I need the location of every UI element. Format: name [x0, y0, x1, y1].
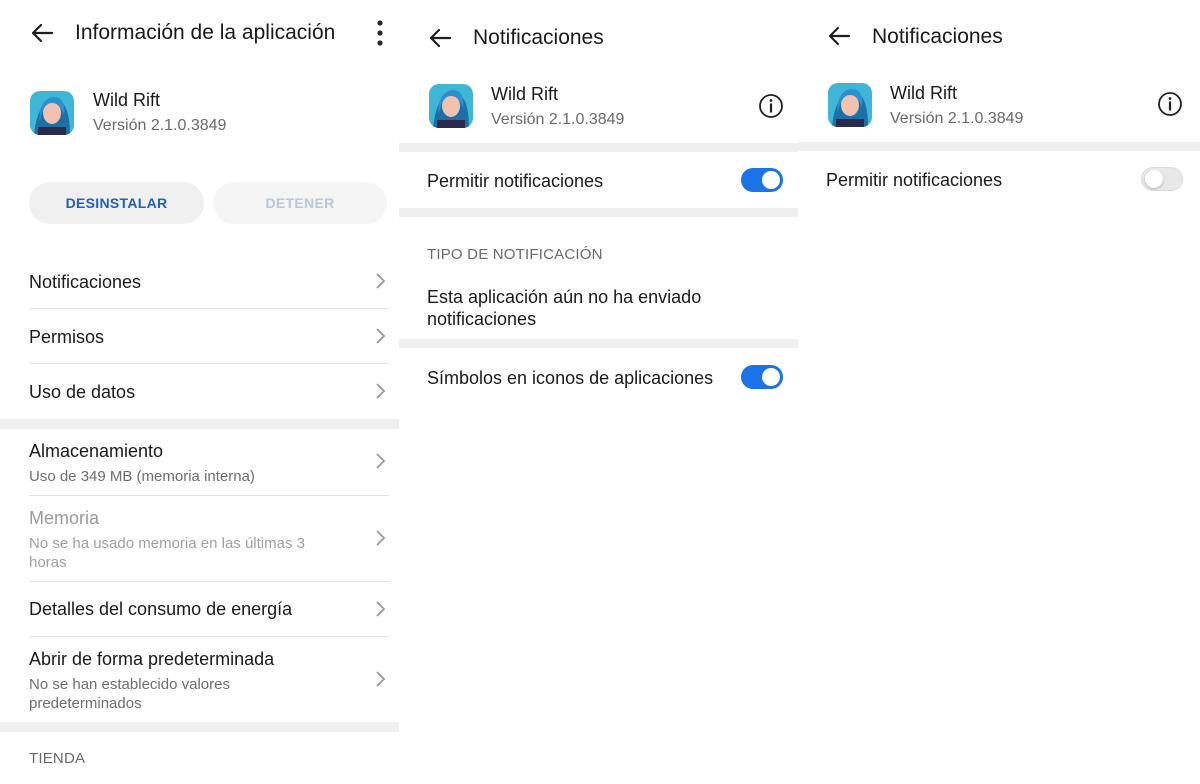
info-icon[interactable] [758, 93, 784, 119]
row-notifications-title: Notificaciones [29, 272, 142, 292]
allow-notifications-toggle[interactable] [741, 168, 783, 192]
app-icon-badges-row[interactable]: Símbolos en iconos de aplicaciones [399, 348, 798, 404]
allow-notifications-row[interactable]: Permitir notificaciones [399, 152, 798, 208]
section-separator [0, 419, 399, 429]
back-arrow-icon[interactable] [825, 22, 853, 50]
row-storage[interactable]: Almacenamiento Uso de 349 MB (memoria in… [0, 429, 399, 495]
row-storage-subtitle: Uso de 349 MB (memoria interna) [29, 468, 255, 485]
app-name: Wild Rift [93, 90, 160, 110]
app-info-screen: Información de la aplicación Wild Rift V… [0, 0, 399, 784]
section-separator [399, 143, 798, 152]
row-power-details-title: Detalles del consumo de energía [29, 599, 293, 619]
row-memory[interactable]: Memoria No se ha usado memoria en las úl… [0, 496, 399, 581]
chevron-right-icon [376, 453, 386, 469]
app-icon-badges-label: Símbolos en iconos de aplicaciones [427, 368, 714, 388]
uninstall-button[interactable]: DESINSTALAR [29, 182, 204, 224]
row-memory-title: Memoria [29, 508, 100, 528]
row-data-usage[interactable]: Uso de datos [0, 364, 399, 418]
section-separator [399, 339, 798, 348]
chevron-right-icon [376, 671, 386, 687]
page-title: Notificaciones [872, 25, 1003, 48]
back-arrow-icon[interactable] [28, 19, 56, 47]
chevron-right-icon [376, 530, 386, 546]
info-icon[interactable] [1157, 91, 1183, 117]
section-separator [798, 142, 1200, 151]
row-memory-subtitle: No se ha usado memoria en las últimas 3 … [29, 535, 305, 571]
stop-button[interactable]: DETENER [213, 182, 387, 224]
allow-notifications-row[interactable]: Permitir notificaciones [798, 151, 1200, 207]
row-storage-title: Almacenamiento [29, 441, 164, 461]
app-version: Versión 2.1.0.3849 [491, 111, 625, 128]
app-version: Versión 2.1.0.3849 [93, 117, 227, 134]
app-name: Wild Rift [491, 84, 558, 104]
row-open-by-default[interactable]: Abrir de forma predeterminada No se han … [0, 637, 399, 721]
back-arrow-icon[interactable] [426, 24, 454, 52]
app-icon [429, 84, 473, 128]
app-name: Wild Rift [890, 83, 957, 103]
chevron-right-icon [376, 328, 386, 344]
app-icon [828, 83, 872, 127]
notification-type-header: TIPO DE NOTIFICACIÓN [427, 246, 603, 263]
app-icon [30, 91, 74, 135]
allow-notifications-toggle[interactable] [1141, 167, 1183, 191]
chevron-right-icon [376, 601, 386, 617]
page-title: Notificaciones [473, 26, 604, 49]
allow-notifications-label: Permitir notificaciones [826, 170, 1003, 190]
chevron-right-icon [376, 383, 386, 399]
row-open-by-default-title: Abrir de forma predeterminada [29, 649, 275, 669]
app-icon-badges-toggle[interactable] [741, 365, 783, 389]
row-permissions-title: Permisos [29, 327, 105, 347]
no-notifications-text: Esta aplicación aún no ha enviado notifi… [427, 287, 702, 329]
row-power-details[interactable]: Detalles del consumo de energía [0, 582, 399, 636]
notifications-screen-enabled: Notificaciones Wild Rift Versión 2.1.0.3… [399, 0, 798, 784]
section-store-header: TIENDA [29, 750, 86, 767]
more-options-icon[interactable] [370, 19, 390, 47]
section-separator [0, 722, 399, 732]
row-permissions[interactable]: Permisos [0, 309, 399, 363]
notifications-screen-disabled: Notificaciones Wild Rift Versión 2.1.0.3… [798, 0, 1200, 784]
row-open-by-default-subtitle: No se han establecido valores predetermi… [29, 676, 230, 712]
row-notifications[interactable]: Notificaciones [0, 254, 399, 308]
allow-notifications-label: Permitir notificaciones [427, 171, 604, 191]
row-data-usage-title: Uso de datos [29, 382, 136, 402]
app-version: Versión 2.1.0.3849 [890, 110, 1024, 127]
page-title: Información de la aplicación [75, 21, 336, 44]
section-separator [399, 208, 798, 217]
chevron-right-icon [376, 273, 386, 289]
